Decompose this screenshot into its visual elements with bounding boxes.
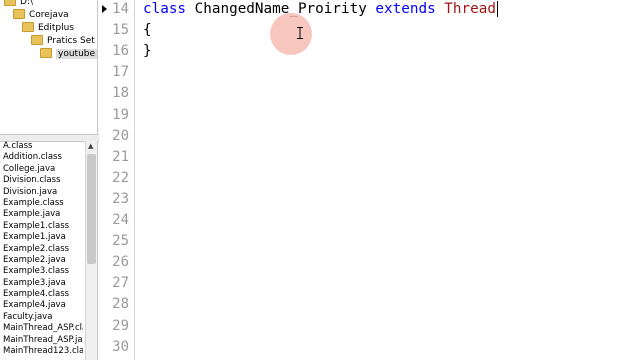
gutter-divider bbox=[134, 0, 135, 360]
line-number: 17 bbox=[112, 64, 129, 81]
code-line[interactable]: class ChangedName_Proirity extends Threa… bbox=[143, 0, 498, 19]
line-number: 14 bbox=[112, 1, 129, 17]
file-list-item[interactable]: Example4.java bbox=[0, 300, 83, 311]
file-list-item[interactable]: College.java bbox=[0, 164, 83, 175]
folder-icon bbox=[13, 8, 25, 19]
file-list-item[interactable]: MainThread_ASP.cla bbox=[0, 323, 83, 334]
line-number: 28 bbox=[112, 296, 129, 313]
folder-tree-item[interactable]: Editplus bbox=[22, 21, 75, 35]
caret bbox=[496, 1, 498, 17]
text-cursor-icon bbox=[297, 27, 303, 39]
keyword-token: extends bbox=[375, 1, 436, 17]
folder-tree: D:\ Corejava Editplus Pratics Set youtube bbox=[0, 0, 98, 134]
file-list-item[interactable]: Example.class bbox=[0, 198, 83, 209]
line-number: 20 bbox=[112, 127, 129, 144]
file-list-item[interactable]: A.class bbox=[0, 141, 83, 152]
line-number-gutter: 14 15 16 17 18 19 20 21 22 23 24 25 26 27 28 29 30 bbox=[100, 0, 132, 360]
file-list-item[interactable]: Faculty.java bbox=[0, 312, 83, 323]
folder-label: D:\ bbox=[20, 0, 33, 7]
folder-icon bbox=[4, 0, 16, 6]
file-list-item[interactable]: Example.java bbox=[0, 209, 83, 220]
line-number: 25 bbox=[112, 233, 129, 250]
line-number: 16 bbox=[112, 43, 129, 60]
folder-icon bbox=[40, 47, 52, 58]
folder-label: Corejava bbox=[29, 10, 69, 20]
file-list: A.class Addition.class College.java Divisio… bbox=[0, 141, 98, 360]
current-line-marker-icon bbox=[102, 5, 107, 13]
code-line[interactable]: } bbox=[143, 41, 152, 61]
line-number: 23 bbox=[112, 190, 129, 207]
file-list-item[interactable]: Example1.class bbox=[0, 221, 83, 232]
line-number: 24 bbox=[112, 212, 129, 228]
line-number: 22 bbox=[112, 169, 129, 186]
file-list-item[interactable]: Example2.class bbox=[0, 244, 83, 255]
file-list-item[interactable]: Example1.java bbox=[0, 232, 83, 243]
scrollbar-thumb[interactable] bbox=[87, 154, 96, 264]
folder-tree-item[interactable]: D:\ bbox=[4, 0, 33, 9]
line-number: 21 bbox=[112, 148, 129, 165]
file-list-item[interactable]: MainThread_ASP.jav bbox=[0, 335, 83, 346]
folder-icon bbox=[31, 34, 43, 45]
folder-label: Pratics Set bbox=[47, 36, 95, 46]
line-number: 30 bbox=[112, 338, 129, 355]
line-number: 18 bbox=[112, 85, 129, 102]
line-number: 27 bbox=[112, 275, 129, 292]
code-editor[interactable]: 14 15 16 17 18 19 20 21 22 23 24 25 26 27 28 29 30 class… bbox=[100, 0, 640, 360]
file-list-item[interactable]: Example2.java bbox=[0, 255, 83, 266]
file-list-item[interactable]: MainThread123.clas bbox=[0, 346, 83, 357]
code-token: { bbox=[143, 22, 152, 39]
file-list-item[interactable]: Example3.java bbox=[0, 278, 83, 289]
file-list-item[interactable]: Example3.class bbox=[0, 266, 83, 277]
file-list-item[interactable]: Division.java bbox=[0, 187, 83, 198]
file-list-item[interactable]: Addition.class bbox=[0, 152, 83, 163]
folder-label: youtube bbox=[56, 49, 97, 59]
scroll-up-arrow-icon[interactable]: ▲ bbox=[88, 142, 93, 150]
folder-label: Editplus bbox=[38, 23, 75, 33]
file-list-scrollbar[interactable]: ▲ bbox=[85, 141, 97, 360]
class-name-token: Thread bbox=[444, 1, 496, 17]
folder-tree-item[interactable]: youtube bbox=[40, 47, 97, 61]
file-items: A.class Addition.class College.java Divisio… bbox=[0, 141, 97, 357]
keyword-token: class bbox=[143, 1, 187, 17]
folder-tree-item[interactable]: Pratics Set bbox=[31, 34, 95, 48]
code-line[interactable]: { bbox=[143, 20, 152, 40]
folder-tree-item[interactable]: Corejava bbox=[13, 8, 69, 22]
line-number: 29 bbox=[112, 317, 129, 334]
line-number: 19 bbox=[112, 106, 129, 123]
folder-icon bbox=[22, 21, 34, 32]
sidebar: D:\ Corejava Editplus Pratics Set youtube A.… bbox=[0, 0, 100, 360]
line-number: 15 bbox=[112, 22, 129, 39]
file-list-item[interactable]: Example4.class bbox=[0, 289, 83, 300]
file-list-item[interactable]: Division.class bbox=[0, 175, 83, 186]
click-highlight bbox=[270, 13, 312, 55]
code-token: } bbox=[143, 43, 152, 60]
line-number: 26 bbox=[112, 254, 129, 271]
